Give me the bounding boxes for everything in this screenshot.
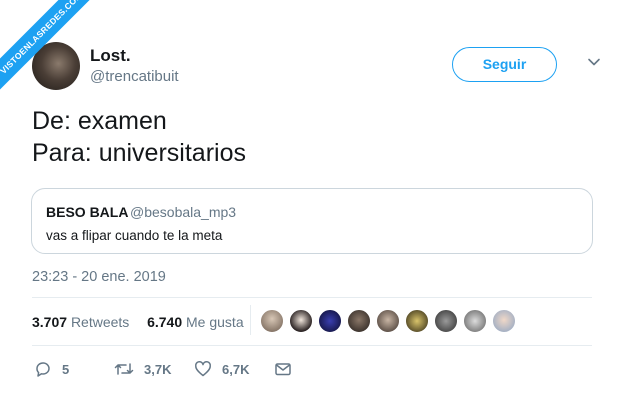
liker-avatar[interactable] bbox=[463, 309, 487, 333]
timestamp[interactable]: 23:23 - 20 ene. 2019 bbox=[32, 269, 166, 285]
liker-avatar[interactable] bbox=[405, 309, 429, 333]
retweet-action-count: 3,7K bbox=[144, 361, 172, 377]
stats-separator bbox=[250, 305, 251, 335]
follow-button[interactable]: Seguir bbox=[452, 47, 557, 82]
watermark-text: VISTOENLASREDES.COM bbox=[0, 0, 102, 94]
divider bbox=[32, 297, 592, 298]
engagement-stats: 3.707 Retweets 6.740 Me gusta bbox=[32, 314, 244, 330]
liker-avatar[interactable] bbox=[434, 309, 458, 333]
like-action-count: 6,7K bbox=[222, 361, 250, 377]
tweet-line: Para: universitarios bbox=[32, 139, 246, 167]
divider bbox=[32, 345, 592, 346]
liker-avatar[interactable] bbox=[376, 309, 400, 333]
retweet-icon bbox=[114, 363, 134, 375]
liker-avatar[interactable] bbox=[318, 309, 342, 333]
like-label[interactable]: Me gusta bbox=[186, 314, 244, 330]
mail-icon bbox=[275, 363, 291, 376]
chevron-down-icon[interactable] bbox=[587, 55, 601, 69]
quoted-author-name: BESO BALA bbox=[46, 204, 129, 220]
message-button[interactable] bbox=[274, 358, 292, 380]
quoted-author-handle: @besobala_mp3 bbox=[130, 204, 237, 220]
retweet-button[interactable]: 3,7K bbox=[114, 358, 171, 380]
watermark-ribbon: VISTOENLASREDES.COM bbox=[0, 0, 110, 110]
reply-icon bbox=[36, 362, 50, 377]
retweet-label[interactable]: Retweets bbox=[71, 314, 129, 330]
liker-avatar[interactable] bbox=[492, 309, 516, 333]
quoted-tweet[interactable]: BESO BALA @besobala_mp3 vas a flipar cua… bbox=[31, 188, 593, 254]
like-count[interactable]: 6.740 bbox=[147, 314, 182, 330]
tweet-text: De: examen Para: universitarios bbox=[32, 105, 246, 169]
tweet-header: Lost. @trencatibuit Seguir bbox=[30, 42, 601, 92]
liker-avatar[interactable] bbox=[289, 309, 313, 333]
quoted-tweet-text: vas a flipar cuando te la meta bbox=[46, 228, 223, 243]
reply-count: 5 bbox=[62, 361, 70, 377]
retweet-count[interactable]: 3.707 bbox=[32, 314, 67, 330]
reply-button[interactable]: 5 bbox=[34, 358, 69, 380]
tweet-actions: 5 3,7K 6,7K bbox=[32, 358, 592, 380]
heart-icon bbox=[195, 361, 211, 377]
like-button[interactable]: 6,7K bbox=[194, 358, 249, 380]
liker-avatar[interactable] bbox=[347, 309, 371, 333]
liker-avatar[interactable] bbox=[260, 309, 284, 333]
